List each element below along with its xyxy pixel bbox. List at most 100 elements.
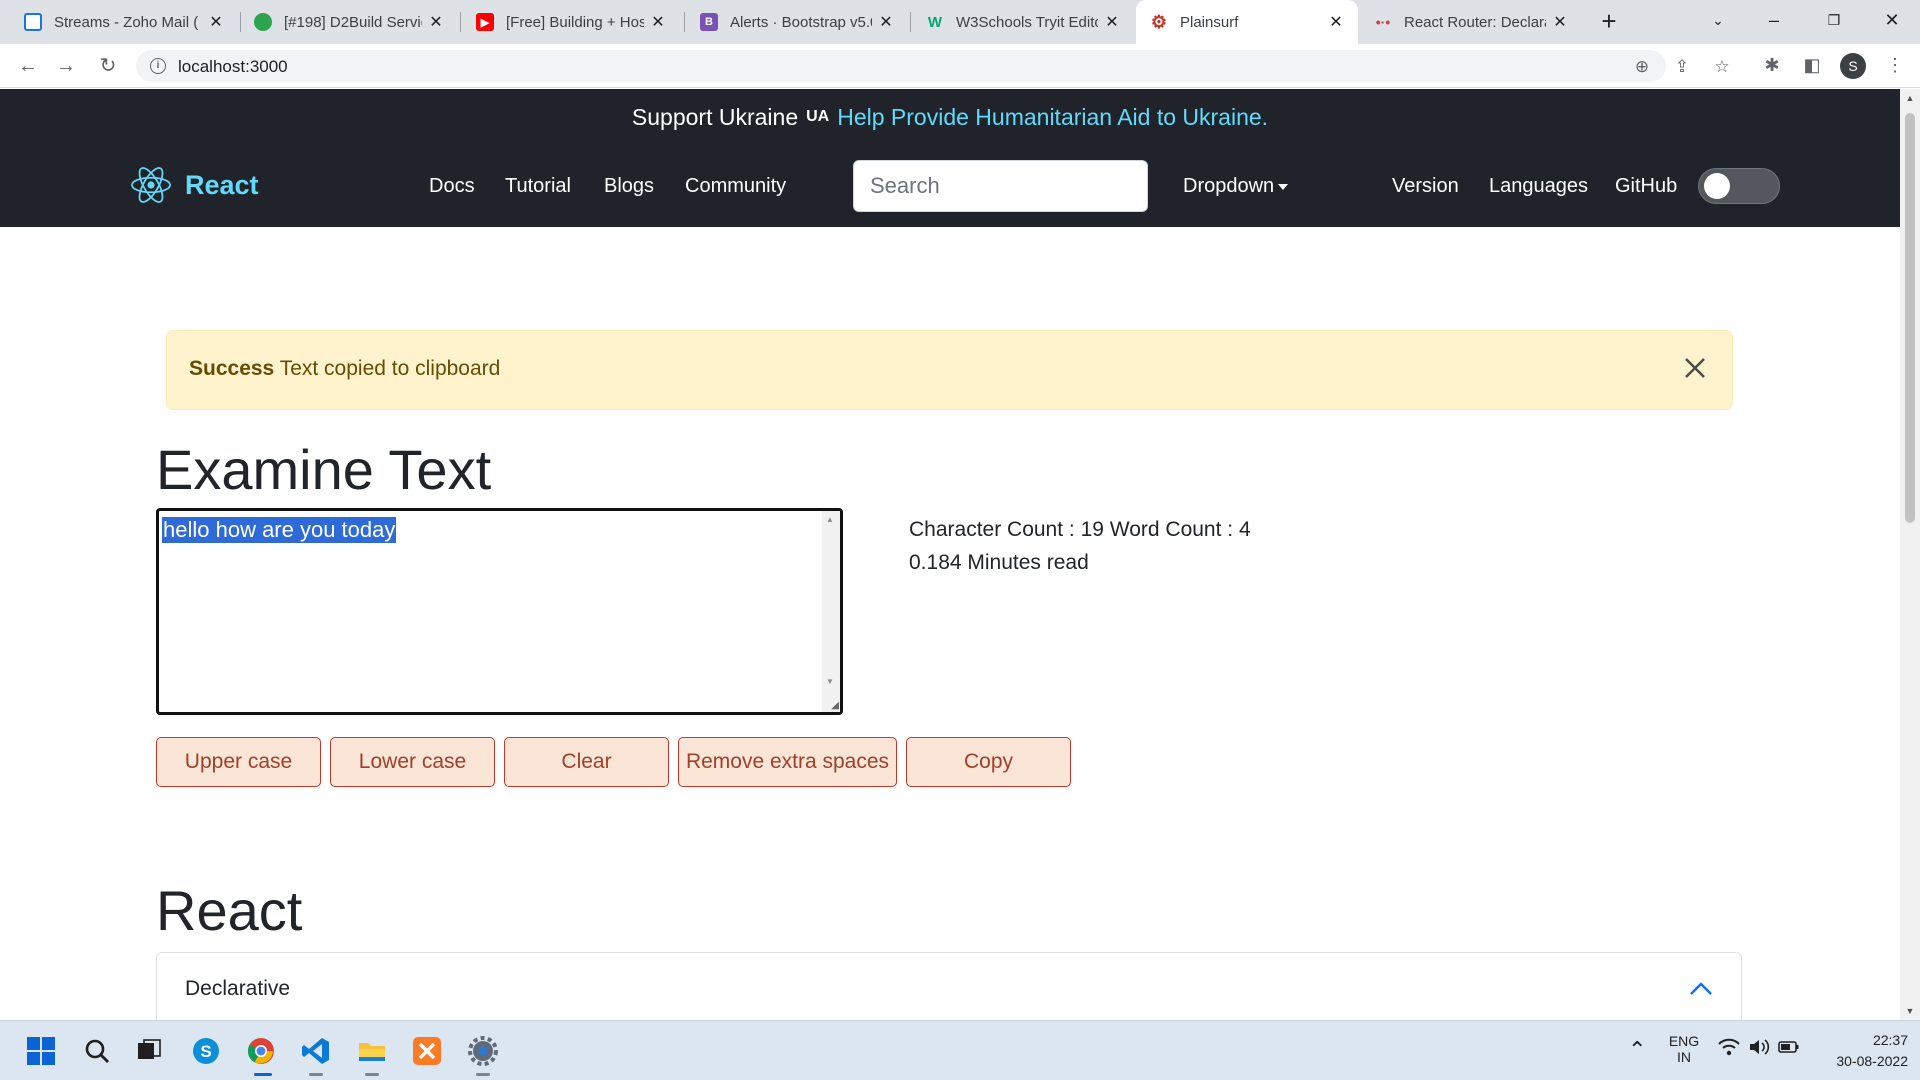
back-icon[interactable]: ←: [16, 54, 40, 78]
count-summary: Character Count : 19 Word Count : 4: [909, 518, 1251, 541]
restore-button[interactable]: ❐: [1806, 0, 1862, 40]
search-icon[interactable]: [81, 1035, 113, 1067]
nav-link-github[interactable]: GitHub: [1615, 175, 1677, 198]
app-indicator: [309, 1073, 323, 1076]
profile-avatar[interactable]: S: [1840, 53, 1866, 79]
menu-kebab-icon[interactable]: ⋮: [1884, 54, 1906, 76]
browser-tab[interactable]: Streams - Zoho Mail ( ✕: [10, 0, 238, 44]
close-tab-icon[interactable]: ✕: [878, 12, 894, 32]
file-explorer-icon[interactable]: [356, 1035, 388, 1067]
search-input[interactable]: Search: [853, 160, 1148, 212]
react-heading: React: [156, 879, 303, 942]
xampp-icon[interactable]: [411, 1035, 443, 1067]
omnibox[interactable]: i localhost:3000 ⊕: [136, 50, 1666, 82]
wifi-icon[interactable]: [1718, 1037, 1740, 1062]
side-panel-icon[interactable]: ◧: [1801, 54, 1823, 76]
nav-link-languages[interactable]: Languages: [1489, 175, 1588, 198]
browser-tab[interactable]: ▶ [Free] Building + Host ✕: [462, 0, 680, 44]
accordion-item[interactable]: Declarative: [156, 952, 1742, 1020]
svg-text:S: S: [200, 1042, 211, 1061]
task-view-icon[interactable]: [133, 1035, 165, 1067]
nav-link-tutorial[interactable]: Tutorial: [505, 175, 571, 198]
scroll-up-icon[interactable]: ▲: [1905, 93, 1915, 103]
ukraine-banner: Support Ukraine UA Help Provide Humanita…: [0, 89, 1900, 145]
tab-title: [Free] Building + Host: [506, 13, 644, 31]
text-input-area[interactable]: hello how are you today ▲ ▼ ◢: [156, 508, 843, 715]
chevron-up-icon[interactable]: [1689, 979, 1713, 999]
upper-case-button[interactable]: Upper case: [156, 737, 321, 787]
app-indicator: [476, 1073, 490, 1076]
browser-tab[interactable]: W W3Schools Tryit Edito ✕: [912, 0, 1134, 44]
page-viewport: Support Ukraine UA Help Provide Humanita…: [0, 89, 1900, 1020]
site-info-icon[interactable]: i: [150, 58, 166, 74]
react-logo-icon: [131, 167, 171, 203]
page-scrollbar[interactable]: ▲ ▼: [1900, 89, 1920, 1020]
address-toolbar: ← → ↻ i localhost:3000 ⊕ ⇪ ☆: [0, 44, 1920, 88]
scroll-down-icon[interactable]: ▼: [1905, 1006, 1915, 1016]
minimize-button[interactable]: –: [1746, 0, 1802, 40]
bookmark-star-icon[interactable]: ☆: [1712, 57, 1732, 77]
copy-button[interactable]: Copy: [906, 737, 1071, 787]
share-icon[interactable]: ⇪: [1672, 57, 1692, 77]
reload-icon[interactable]: ↻: [96, 54, 120, 78]
browser-tab[interactable]: B Alerts · Bootstrap v5.0 ✕: [686, 0, 908, 44]
mail-icon: [24, 13, 42, 31]
battery-icon[interactable]: [1778, 1039, 1800, 1058]
new-tab-button[interactable]: +: [1595, 8, 1623, 36]
scroll-thumb[interactable]: [1905, 113, 1915, 523]
close-tab-icon[interactable]: ✕: [208, 12, 224, 32]
nav-link-blogs[interactable]: Blogs: [604, 175, 654, 198]
close-tab-icon[interactable]: ✕: [650, 12, 666, 32]
accordion-label[interactable]: Declarative: [185, 977, 290, 1001]
lower-case-button[interactable]: Lower case: [330, 737, 495, 787]
nav-link-docs[interactable]: Docs: [429, 175, 475, 198]
zoom-icon[interactable]: ⊕: [1632, 57, 1652, 77]
tab-title: React Router: Declara: [1404, 13, 1546, 31]
tray-chevron-up-icon[interactable]: ⌃: [1628, 1037, 1646, 1063]
brand-link[interactable]: React: [131, 165, 259, 205]
windows-start-icon[interactable]: [25, 1035, 57, 1067]
resize-handle-icon[interactable]: ◢: [831, 700, 839, 711]
close-tab-icon[interactable]: ✕: [1104, 12, 1120, 32]
remove-extra-spaces-button[interactable]: Remove extra spaces: [678, 737, 897, 787]
browser-tab-active[interactable]: ⚙ Plainsurf ✕: [1136, 0, 1358, 44]
clock-date: 30-08-2022: [1836, 1053, 1908, 1069]
textarea-scrollbar[interactable]: ▲ ▼ ◢: [822, 511, 840, 712]
selected-text[interactable]: hello how are you today: [162, 517, 397, 543]
input-language[interactable]: ENG IN: [1664, 1033, 1704, 1065]
settings-gear-icon[interactable]: [467, 1035, 499, 1067]
volume-icon[interactable]: [1748, 1037, 1770, 1060]
dropdown-toggle[interactable]: Dropdown: [1183, 175, 1289, 198]
tab-search-icon[interactable]: ⌄: [1690, 0, 1746, 40]
alert-type: Success: [189, 357, 275, 380]
browser-tab[interactable]: [#198] D2Build Servic ✕: [240, 0, 458, 44]
dark-mode-toggle[interactable]: [1698, 168, 1780, 204]
clear-button[interactable]: Clear: [504, 737, 669, 787]
url-text[interactable]: localhost:3000: [178, 57, 288, 77]
alert-message: Text copied to clipboard: [279, 357, 501, 380]
close-tab-icon[interactable]: ✕: [428, 12, 444, 32]
browser-tab[interactable]: •·• React Router: Declara ✕: [1360, 0, 1582, 44]
caret-down-icon: [1278, 183, 1289, 190]
examine-text-heading: Examine Text: [156, 438, 492, 501]
bootstrap-icon: B: [700, 13, 718, 31]
nav-link-community[interactable]: Community: [685, 175, 786, 198]
close-icon[interactable]: [1680, 353, 1710, 383]
browser-tab-strip: Streams - Zoho Mail ( ✕ [#198] D2Build S…: [0, 0, 1920, 44]
clock[interactable]: 22:37 30-08-2022: [1812, 1030, 1908, 1072]
brand-name: React: [185, 169, 259, 200]
clock-time: 22:37: [1872, 1032, 1908, 1048]
forward-icon[interactable]: →: [54, 54, 78, 78]
github-icon: [254, 13, 272, 31]
close-tab-icon[interactable]: ✕: [1552, 12, 1568, 32]
close-tab-icon[interactable]: ✕: [1328, 12, 1344, 32]
toggle-knob: [1704, 173, 1730, 199]
skype-icon[interactable]: S: [190, 1035, 222, 1067]
chrome-icon[interactable]: [245, 1035, 277, 1067]
close-window-button[interactable]: ✕: [1864, 0, 1920, 40]
react-router-icon: •·•: [1375, 14, 1391, 30]
extensions-icon[interactable]: ✱: [1761, 54, 1783, 76]
nav-link-version[interactable]: Version: [1392, 175, 1459, 198]
banner-link[interactable]: Help Provide Humanitarian Aid to Ukraine…: [837, 104, 1268, 131]
vscode-icon[interactable]: [300, 1035, 332, 1067]
